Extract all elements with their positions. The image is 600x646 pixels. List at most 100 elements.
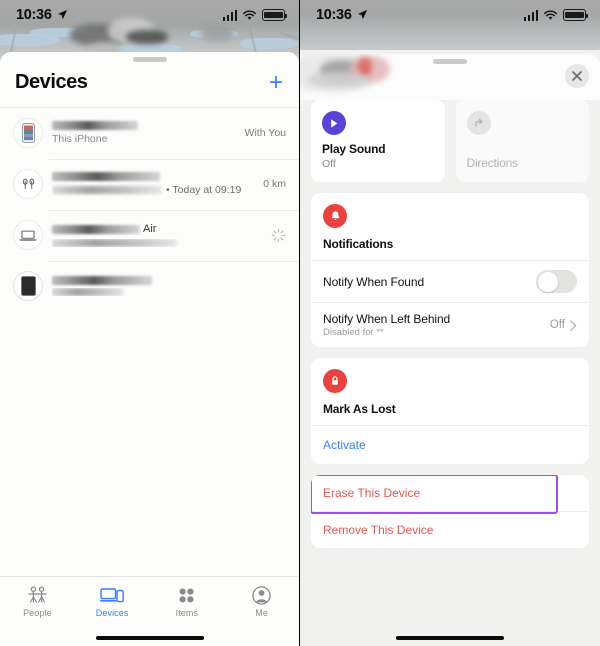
notify-when-left-behind-row[interactable]: Notify When Left Behind Disabled for ** … (311, 302, 589, 347)
directions-text: Directions (467, 156, 579, 170)
device-list-item-airpods[interactable]: • Today at 09:19 0 km (0, 158, 299, 210)
notify-when-found-toggle[interactable] (536, 270, 577, 293)
close-icon (572, 71, 582, 81)
person-circle-icon (252, 585, 271, 605)
activate-link[interactable]: Activate (323, 438, 366, 452)
notifications-header: Notifications (311, 193, 589, 260)
device-status-right: With You (239, 127, 286, 139)
device-subtitle: This iPhone (52, 133, 108, 145)
battery-icon (563, 9, 589, 21)
left-phone-panel: 10:36 Devices + This iPhone With You • T… (0, 0, 300, 646)
wifi-icon (543, 9, 558, 20)
play-sound-card[interactable]: Play Sound Off (311, 100, 445, 182)
tab-items[interactable]: Items (150, 585, 225, 618)
notifications-title: Notifications (323, 237, 394, 251)
items-icon (178, 585, 195, 605)
device-detail-sheet: Play Sound Off Directions Notifications … (300, 54, 600, 646)
device-location-redacted (52, 239, 177, 247)
tab-me[interactable]: Me (224, 585, 299, 618)
device-list-item-macbook[interactable]: Air (0, 209, 299, 261)
erase-this-device-button[interactable]: Erase This Device (311, 475, 589, 511)
directions-card[interactable]: Directions (455, 100, 589, 182)
location-arrow-icon (57, 9, 67, 19)
right-phone-panel: 10:36 Play Sound Off Directions Notifica… (300, 0, 600, 646)
devices-sheet: Devices + This iPhone With You • Today a… (0, 52, 299, 646)
device-status-right: 0 km (257, 178, 286, 190)
status-right-group (523, 9, 589, 21)
cellular-signal-icon (523, 9, 538, 21)
loading-spinner-icon (271, 228, 286, 242)
device-name-redacted (52, 224, 140, 234)
macbook-icon (13, 220, 43, 250)
location-arrow-icon (357, 9, 367, 19)
tab-people[interactable]: People (0, 585, 75, 618)
notify-left-behind-text: Notify When Left Behind Disabled for ** (323, 312, 450, 338)
tab-label-devices: Devices (95, 608, 129, 618)
remove-this-device-button[interactable]: Remove This Device (311, 511, 589, 548)
device-name-redacted (52, 121, 138, 130)
notify-when-left-behind-value: Off (549, 319, 565, 331)
device-subtitle: • Today at 09:19 (52, 184, 248, 196)
device-status-right (271, 228, 286, 243)
directions-arrow-icon (466, 111, 491, 135)
status-time: 10:36 (16, 7, 52, 23)
sheet-grab-handle-right[interactable] (433, 59, 467, 64)
notify-left-behind-value-group: Off (550, 319, 577, 331)
device-subtitle (52, 239, 262, 247)
devices-header: Devices + (0, 62, 299, 107)
cellular-signal-icon (222, 9, 237, 21)
ipad-icon (13, 271, 43, 301)
device-text-block: Air (52, 223, 262, 247)
home-indicator-left (95, 635, 204, 640)
distance-badge: 0 km (263, 178, 286, 190)
tab-label-items: Items (175, 608, 199, 618)
play-sound-title: Play Sound (322, 142, 386, 156)
device-name-redacted (52, 172, 160, 181)
home-indicator-right (396, 635, 504, 640)
devices-icon (100, 585, 125, 605)
device-list-item-iphone[interactable]: This iPhone With You (0, 108, 299, 159)
page-title: Devices (15, 71, 88, 93)
device-list-item-ipad[interactable] (0, 260, 299, 312)
mark-as-lost-title: Mark As Lost (323, 402, 396, 416)
bell-icon (323, 204, 347, 228)
status-time: 10:36 (316, 7, 352, 23)
activate-row[interactable]: Activate (311, 425, 589, 464)
device-text-block (52, 276, 277, 296)
play-sound-subtitle: Off (322, 158, 336, 170)
notify-when-left-behind-label: Notify When Left Behind (323, 312, 451, 326)
status-bar-left: 10:36 (0, 0, 299, 30)
notifications-group: Notifications Notify When Found Notify W… (311, 193, 589, 347)
status-bar-right: 10:36 (300, 0, 600, 30)
play-icon (322, 111, 346, 135)
chevron-right-icon (570, 319, 577, 331)
detail-body: Play Sound Off Directions Notifications … (300, 100, 600, 548)
device-name-suffix: Air (143, 223, 157, 235)
notify-when-found-label: Notify When Found (323, 274, 425, 289)
device-text-block: • Today at 09:19 (52, 172, 248, 196)
device-timestamp: • Today at 09:19 (166, 184, 242, 196)
notify-when-found-row[interactable]: Notify When Found (311, 260, 589, 302)
tab-label-people: People (23, 608, 52, 618)
play-sound-text: Play Sound Off (322, 142, 434, 170)
sheet-header-right (300, 54, 600, 100)
device-subtitle (52, 288, 277, 296)
screenshot-root: 10:36 Devices + This iPhone With You • T… (0, 0, 600, 646)
device-location-redacted (52, 186, 162, 194)
notify-when-left-behind-sublabel: Disabled for ** (323, 327, 384, 338)
status-left-group: 10:36 (316, 7, 368, 23)
people-icon (27, 585, 48, 605)
mark-as-lost-group: Mark As Lost Activate (311, 358, 589, 464)
close-button[interactable] (565, 64, 589, 88)
airpods-icon (13, 169, 43, 199)
add-device-button[interactable]: + (267, 70, 285, 95)
quick-actions-row: Play Sound Off Directions (311, 100, 589, 182)
device-location-redacted (52, 288, 124, 296)
tab-label-me: Me (255, 608, 268, 618)
battery-icon (262, 9, 288, 21)
mark-as-lost-header: Mark As Lost (311, 358, 589, 425)
status-left-group: 10:36 (16, 7, 68, 23)
status-right-group (222, 9, 288, 21)
tab-devices[interactable]: Devices (75, 585, 150, 618)
directions-title: Directions (466, 156, 519, 170)
